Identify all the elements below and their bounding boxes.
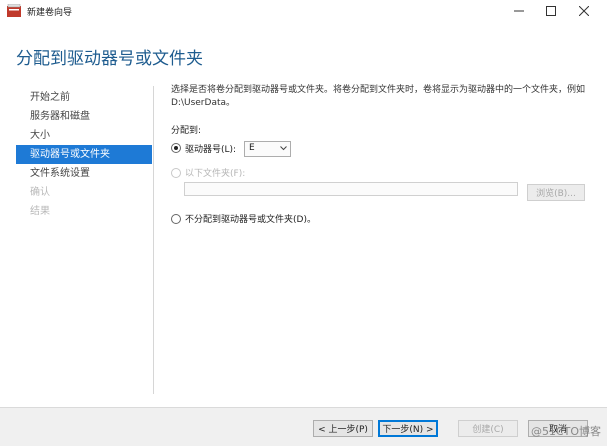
chevron-down-icon (280, 146, 287, 151)
title-bar: 新建卷向导 (0, 0, 607, 22)
nav-item-before-you-begin[interactable]: 开始之前 (16, 88, 152, 107)
drive-letter-radio[interactable] (171, 143, 181, 153)
nav-divider (153, 86, 154, 394)
maximize-icon (546, 6, 556, 16)
create-button: 创建(C) (458, 420, 518, 437)
nav-item-confirmation: 确认 (30, 187, 50, 198)
close-icon (579, 6, 589, 16)
nav-item-file-system-settings[interactable]: 文件系统设置 (16, 164, 152, 183)
page-title: 分配到驱动器号或文件夹 (16, 49, 203, 69)
folder-path-input (184, 182, 518, 196)
nav-item-results: 结果 (30, 206, 50, 217)
assign-to-label: 分配到: (171, 126, 202, 136)
drive-letter-value: E (249, 143, 255, 153)
minimize-icon (514, 10, 524, 12)
nav-item-drive-letter-or-folder[interactable]: 驱动器号或文件夹 (16, 145, 152, 164)
drive-letter-label[interactable]: 驱动器号(L): (185, 142, 236, 155)
description-text: 选择是否将卷分配到驱动器号或文件夹。将卷分配到文件夹时，卷将显示为驱动器中的一个… (171, 85, 586, 108)
close-button[interactable] (568, 0, 600, 22)
no-assignment-radio[interactable] (171, 214, 181, 224)
app-icon (7, 4, 21, 17)
next-button[interactable]: 下一步(N) > (378, 420, 438, 437)
watermark-text: @51CTO博客 (530, 425, 601, 438)
browse-button: 浏览(B)... (527, 184, 585, 201)
maximize-button[interactable] (535, 0, 567, 22)
previous-button[interactable]: < 上一步(P) (313, 420, 373, 437)
no-assignment-label[interactable]: 不分配到驱动器号或文件夹(D)。 (185, 212, 316, 225)
drive-letter-select[interactable]: E (244, 141, 291, 157)
window-title: 新建卷向导 (27, 8, 73, 18)
folder-label: 以下文件夹(F): (185, 169, 246, 179)
nav-item-size[interactable]: 大小 (16, 126, 152, 145)
wizard-steps-nav: 开始之前 服务器和磁盘 大小 驱动器号或文件夹 文件系统设置 确认 结果 (16, 88, 152, 221)
folder-radio (171, 168, 181, 178)
minimize-button[interactable] (503, 0, 535, 22)
nav-item-server-and-disk[interactable]: 服务器和磁盘 (16, 107, 152, 126)
